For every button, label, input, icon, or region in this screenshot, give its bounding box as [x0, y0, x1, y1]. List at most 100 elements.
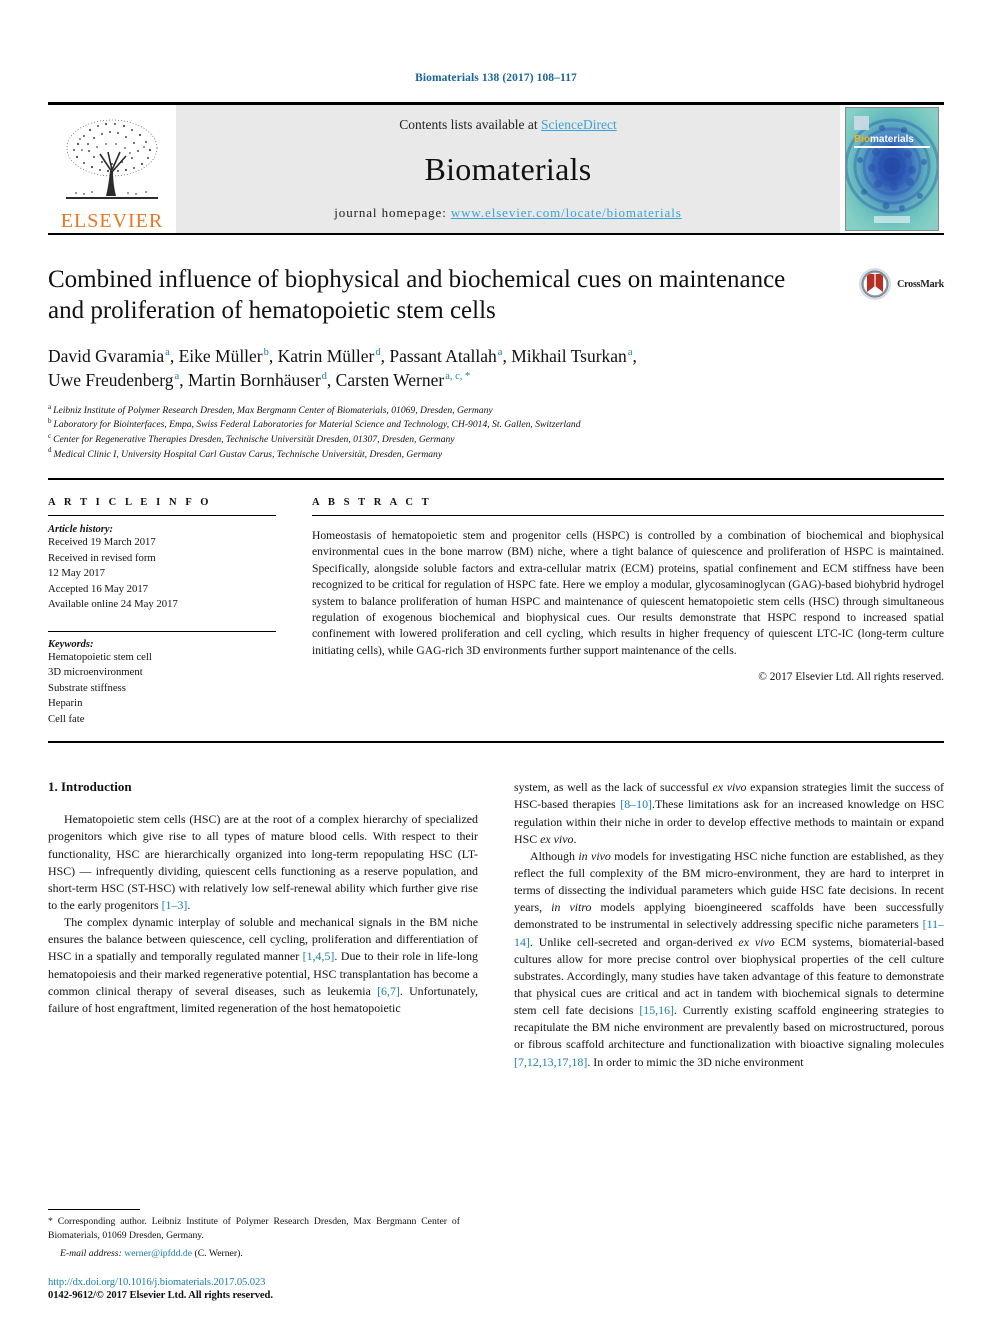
article-info-heading: A R T I C L E I N F O — [48, 497, 212, 509]
keywords-list: Hematopoietic stem cell 3D microenvironme… — [48, 650, 276, 728]
keyword-item: Substrate stiffness — [48, 681, 126, 694]
author-name: Martin Bornhäuser — [187, 369, 321, 390]
introduction-heading: 1. Introduction — [48, 779, 132, 795]
paragraph-right-1: system, as well as the lack of successfu… — [514, 780, 944, 846]
affiliation-item: d Medical Clinic I, University Hospital C… — [48, 446, 443, 460]
italic-term: ex vivo — [540, 831, 574, 846]
cover-title-materials: materials — [870, 134, 914, 145]
article-history-label: Article history: — [48, 524, 114, 536]
corresponding-author-email-link[interactable]: werner@ipfdd.de — [124, 1248, 192, 1259]
abstract-text: Homeostasis of hematopoietic stem and pr… — [312, 528, 944, 657]
keyword-item: 3D microenvironment — [48, 666, 143, 679]
author-name: Uwe Freudenberg — [48, 369, 174, 390]
keyword-item: Cell fate — [48, 712, 85, 725]
citation-reference[interactable]: [8–10] — [620, 797, 652, 811]
italic-term: in vivo — [578, 848, 611, 863]
affiliation-list: a Leibniz Institute of Polymer Research D… — [48, 402, 944, 462]
article-history-list: Received 19 March 2017 Received in revise… — [48, 535, 276, 613]
abstract-heading: A B S T R A C T — [312, 497, 432, 509]
journal-header: ELSEVIER Contents lists available at Sci… — [48, 105, 944, 233]
author-affiliation-mark: a — [165, 346, 170, 358]
cover-image: Bio materials — [845, 107, 939, 231]
doi-link[interactable]: http://dx.doi.org/10.1016/j.biomaterials… — [48, 1277, 468, 1288]
citation-reference[interactable]: [11–14] — [514, 917, 944, 948]
contents-available-line: Contents lists available at ScienceDirec… — [399, 117, 616, 133]
title-area: CrossMark Combined influence of biophysi… — [48, 265, 944, 462]
affiliation-mark: d — [48, 446, 52, 455]
title-bottom-rule — [48, 478, 944, 481]
author-name: Mikhail Tsurkan — [511, 345, 627, 366]
author-list: David Gvaramiaa, Eike Müllerb, Katrin Mü… — [48, 344, 944, 392]
italic-term: in vitro — [551, 900, 592, 915]
citation-reference[interactable]: [1–3] — [162, 898, 188, 912]
info-abstract-section: A R T I C L E I N F O Article history: R… — [48, 497, 944, 727]
elsevier-wordmark: ELSEVIER — [60, 210, 164, 232]
email-address-label: E-mail address: — [60, 1247, 122, 1259]
body-columns: 1. Introduction Hematopoietic stem cells… — [48, 779, 944, 1070]
author-name: Passant Atallah — [389, 345, 497, 366]
copyright-line: © 2017 Elsevier Ltd. All rights reserved… — [758, 670, 944, 683]
citation-reference[interactable]: [6,7] — [377, 984, 400, 998]
article-info-rule — [48, 515, 276, 517]
keyword-item: Hematopoietic stem cell — [48, 650, 152, 663]
footnote-email-line: E-mail address: werner@ipfdd.de (C. Wern… — [60, 1247, 243, 1259]
crossmark-badge[interactable]: CrossMark — [858, 267, 944, 301]
affiliation-mark: b — [48, 417, 52, 426]
author-affiliation-mark: b — [263, 346, 269, 358]
cover-title-bio: Bio — [854, 134, 870, 145]
affiliation-mark: c — [48, 431, 52, 440]
article-info-column: A R T I C L E I N F O Article history: R… — [48, 497, 276, 727]
affiliation-mark: a — [48, 402, 52, 411]
journal-header-center: Contents lists available at ScienceDirec… — [176, 105, 840, 233]
elsevier-logo: ELSEVIER — [48, 105, 176, 233]
article-history-item: Available online 24 May 2017 — [48, 598, 178, 611]
author-line-2: Uwe Freudenberga, Martin Bornhäuserd, Ca… — [48, 369, 471, 390]
page-footer: http://dx.doi.org/10.1016/j.biomaterials… — [48, 1277, 468, 1301]
paragraph-left-2: The complex dynamic interplay of soluble… — [48, 915, 478, 1015]
footnote-text: * Corresponding author. Leibniz Institut… — [48, 1215, 460, 1241]
journal-article-page: Biomaterials 138 (2017) 108–117 ELSEVIER… — [0, 0, 992, 1323]
issn-copyright-line: 0142-9612/© 2017 Elsevier Ltd. All right… — [48, 1290, 273, 1301]
crossmark-label: CrossMark — [897, 278, 944, 290]
affiliation-item: a Leibniz Institute of Polymer Research D… — [48, 402, 493, 416]
homepage-label: journal homepage: — [334, 205, 451, 220]
journal-title: Biomaterials — [424, 151, 592, 187]
citation-reference[interactable]: [1,4,5] — [303, 949, 335, 963]
footnote-rule — [48, 1208, 140, 1210]
journal-cover-thumbnail: Bio materials — [840, 105, 944, 233]
author-line-1: David Gvaramiaa, Eike Müllerb, Katrin Mü… — [48, 345, 637, 366]
journal-homepage-line: journal homepage: www.elsevier.com/locat… — [334, 205, 681, 221]
page-title: Combined influence of biophysical and bi… — [48, 266, 786, 324]
contents-prefix-text: Contents lists available at — [399, 117, 541, 132]
keywords-rule — [48, 630, 276, 632]
article-history-item: 12 May 2017 — [48, 567, 105, 580]
elsevier-tree-icon — [66, 119, 158, 199]
author-name: Eike Müller — [178, 345, 263, 366]
affiliation-item: c Center for Regenerative Therapies Dresd… — [48, 431, 455, 445]
paragraph-right-2: Although in vivo models for investigatin… — [514, 848, 944, 1069]
citation-reference[interactable]: [7,12,13,17,18] — [514, 1055, 587, 1069]
journal-homepage-link[interactable]: www.elsevier.com/locate/biomaterials — [451, 205, 682, 220]
running-head: Biomaterials 138 (2017) 108–117 — [415, 72, 577, 84]
sciencedirect-link[interactable]: ScienceDirect — [541, 117, 617, 132]
crossmark-icon — [859, 268, 892, 300]
citation-reference[interactable]: [15,16] — [639, 1003, 674, 1017]
author-affiliation-mark: a — [627, 346, 633, 358]
body-column-right: system, as well as the lack of successfu… — [514, 779, 944, 1070]
author-affiliation-mark: a — [174, 370, 180, 382]
keyword-item: Heparin — [48, 697, 83, 710]
abstract-column: A B S T R A C T Homeostasis of hematopoi… — [312, 497, 944, 727]
author-name: David Gvaramia — [48, 345, 165, 366]
affiliation-item: b Laboratory for Biointerfaces, Empa, Swi… — [48, 417, 581, 431]
body-column-left: 1. Introduction Hematopoietic stem cells… — [48, 779, 478, 1070]
author-affiliation-mark: a, c, * — [445, 370, 471, 382]
italic-term: ex vivo — [712, 780, 747, 795]
article-history-item: Accepted 16 May 2017 — [48, 582, 149, 595]
article-history-item: Received in revised form — [48, 551, 156, 564]
footnote-marker: * — [48, 1215, 53, 1227]
paragraph-left-1: Hematopoietic stem cells (HSC) are at th… — [48, 812, 478, 912]
keywords-label: Keywords: — [48, 638, 94, 650]
italic-term: ex vivo — [738, 934, 775, 949]
article-history-item: Received 19 March 2017 — [48, 536, 156, 549]
